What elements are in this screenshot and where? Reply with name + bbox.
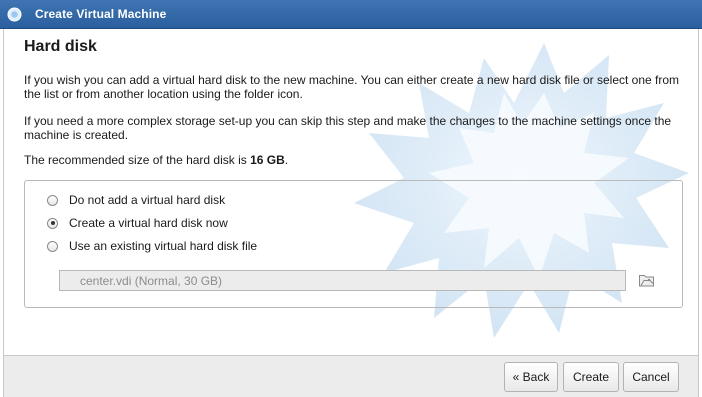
option-create-disk-label[interactable]: Create a virtual hard disk now (69, 216, 228, 230)
intro-paragraph: If you wish you can add a virtual hard d… (24, 73, 684, 101)
radio-no-disk[interactable] (47, 194, 58, 206)
folder-icon[interactable] (638, 272, 655, 288)
hard-disk-options-group: Do not add a virtual hard disk Create a … (24, 180, 683, 308)
recommended-size-text: The recommended size of the hard disk is… (24, 153, 684, 167)
virtualbox-icon (7, 7, 22, 22)
storage-paragraph: If you need a more complex storage set-u… (24, 114, 684, 142)
cancel-button[interactable]: Cancel (623, 362, 679, 392)
title-bar: Create Virtual Machine (0, 0, 702, 29)
existing-disk-value: center.vdi (Normal, 30 GB) (80, 274, 223, 288)
create-button[interactable]: Create (563, 362, 619, 392)
back-button[interactable]: « Back (504, 362, 558, 392)
storage-line-2: machine is created. (24, 128, 129, 142)
option-no-disk-label[interactable]: Do not add a virtual hard disk (69, 193, 225, 207)
radio-existing-disk[interactable] (47, 240, 58, 252)
window-title: Create Virtual Machine (35, 7, 167, 21)
page-heading: Hard disk (24, 38, 97, 55)
radio-create-disk[interactable] (47, 217, 58, 229)
button-bar: « Back Create Cancel (3, 355, 699, 397)
recommended-size-value: 16 GB (250, 153, 285, 167)
storage-line-1: If you need a more complex storage set-u… (24, 114, 672, 128)
intro-line-2: the list or from another location using … (24, 87, 303, 101)
recommended-suffix: . (284, 153, 289, 167)
option-create-disk[interactable]: Create a virtual hard disk now (47, 215, 228, 231)
intro-line-1: If you wish you can add a virtual hard d… (24, 73, 680, 87)
option-existing-disk[interactable]: Use an existing virtual hard disk file (47, 238, 257, 254)
recommended-prefix: The recommended size of the hard disk is (24, 153, 251, 167)
option-existing-disk-label[interactable]: Use an existing virtual hard disk file (69, 239, 257, 253)
option-no-disk[interactable]: Do not add a virtual hard disk (47, 192, 225, 208)
create-vm-window: Create Virtual Machine Hard disk If you … (0, 0, 702, 397)
existing-disk-select[interactable]: center.vdi (Normal, 30 GB) (59, 270, 626, 291)
wizard-page: Hard disk If you wish you can add a virt… (3, 29, 699, 355)
